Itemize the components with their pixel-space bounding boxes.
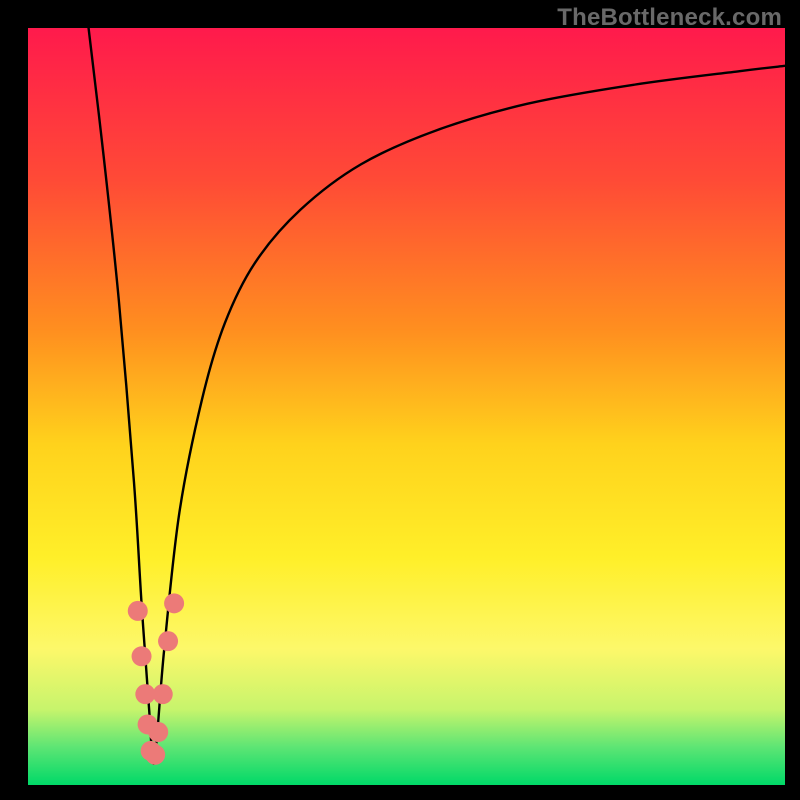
highlight-point xyxy=(148,722,168,742)
highlight-point xyxy=(158,631,178,651)
highlight-point xyxy=(145,745,165,765)
highlight-point xyxy=(128,601,148,621)
chart-svg xyxy=(28,28,785,785)
highlight-point xyxy=(132,646,152,666)
highlight-point xyxy=(153,684,173,704)
plot-area xyxy=(28,28,785,785)
highlight-point xyxy=(164,593,184,613)
highlight-point xyxy=(135,684,155,704)
chart-frame: TheBottleneck.com xyxy=(0,0,800,800)
